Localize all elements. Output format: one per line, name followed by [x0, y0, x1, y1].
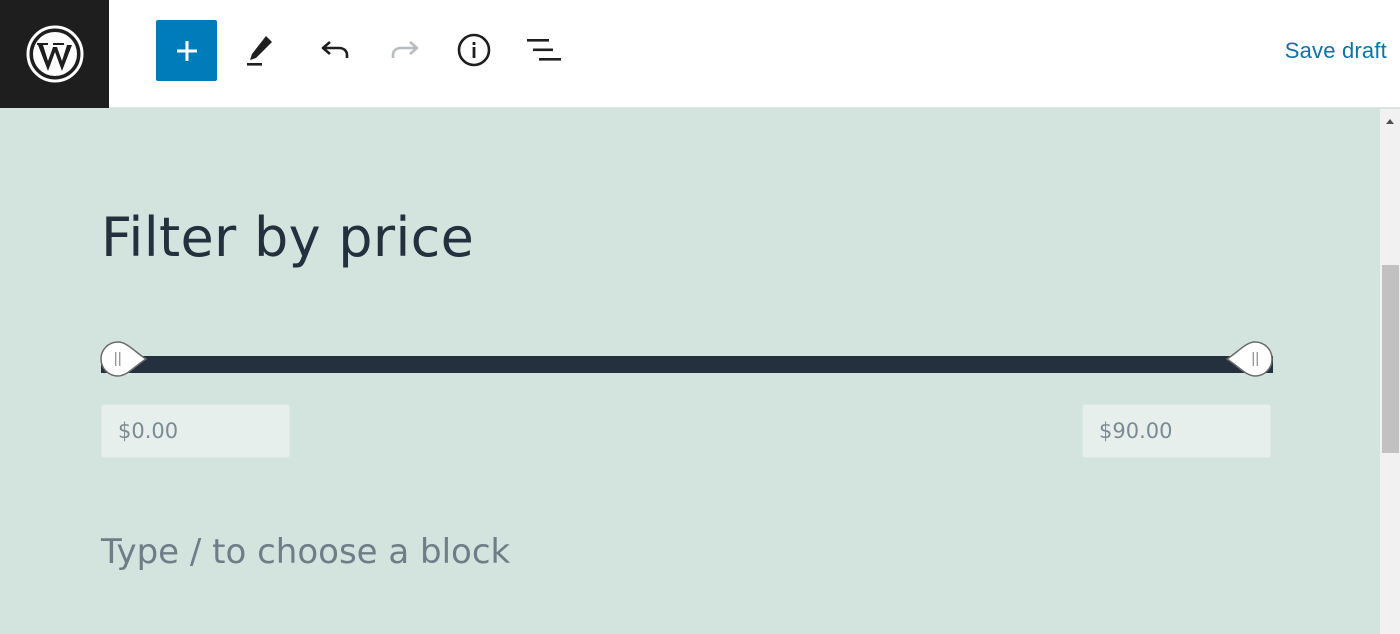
pencil-icon — [247, 36, 272, 66]
editor-toolbar: Save draft — [0, 0, 1400, 108]
scrollbar-thumb[interactable] — [1382, 265, 1399, 453]
outline-button[interactable] — [514, 20, 574, 80]
min-price-input[interactable] — [101, 404, 290, 458]
slider-handle-icon — [100, 341, 148, 377]
wordpress-logo-icon — [26, 25, 83, 83]
redo-button[interactable] — [375, 20, 435, 80]
min-price-slider-handle[interactable] — [99, 340, 148, 378]
editor-page: Save draft Filter by price Type / to cho… — [0, 0, 1400, 634]
block-inserter-placeholder[interactable]: Type / to choose a block — [101, 532, 510, 572]
details-button[interactable] — [444, 20, 504, 80]
vertical-scrollbar[interactable] — [1380, 109, 1400, 634]
wordpress-logo-button[interactable] — [0, 0, 109, 108]
slider-handle-icon — [1225, 341, 1273, 377]
save-draft-button[interactable]: Save draft — [1285, 38, 1387, 64]
max-price-input[interactable] — [1082, 404, 1271, 458]
filter-block-title[interactable]: Filter by price — [101, 206, 474, 269]
undo-icon — [321, 41, 349, 58]
add-block-button[interactable] — [156, 20, 217, 81]
redo-icon — [391, 41, 419, 58]
list-outline-icon — [527, 39, 561, 61]
plus-icon — [176, 40, 197, 61]
scroll-up-arrow-icon[interactable] — [1380, 109, 1400, 133]
max-price-slider-handle[interactable] — [1225, 340, 1274, 378]
price-range-track[interactable] — [101, 356, 1273, 373]
tools-button[interactable] — [231, 20, 291, 80]
info-icon — [457, 33, 491, 67]
undo-button[interactable] — [305, 20, 365, 80]
